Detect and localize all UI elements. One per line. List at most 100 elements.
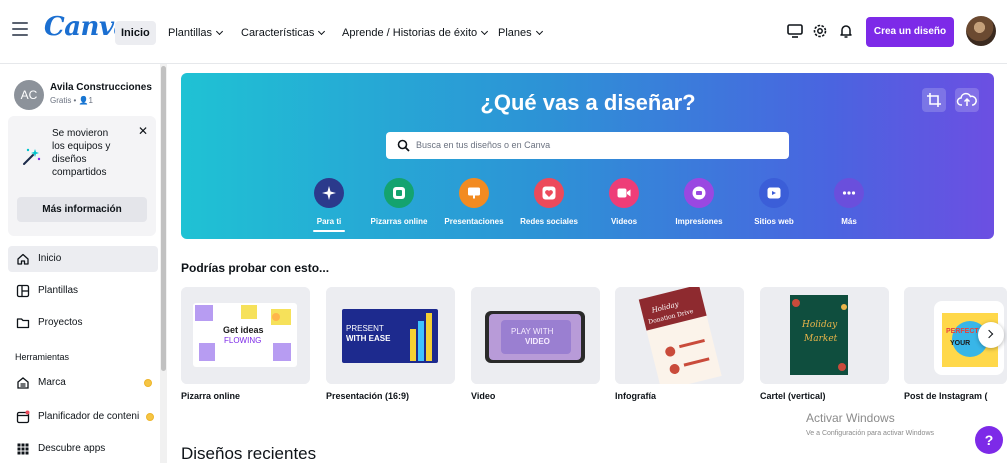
category-icon-bg [314, 178, 344, 208]
chevron-down-icon [481, 27, 489, 36]
card-thumb-text: FLOWING [224, 336, 261, 345]
category-redes-sociales[interactable]: Redes sociales [509, 178, 589, 226]
category-pizarras[interactable]: Pizarras online [359, 178, 439, 226]
sidebar-item-label: Planificador de conteni [38, 411, 140, 422]
sidebar-item-marca[interactable]: Marca [8, 370, 158, 396]
nav-caracteristicas[interactable]: Características [241, 21, 326, 45]
windows-activation-subtitle: Ve a Configuración para activar Windows [806, 430, 935, 437]
heart-icon [542, 186, 556, 200]
whiteboard-thumbnail: Get ideas FLOWING [181, 287, 310, 384]
category-presentaciones[interactable]: Presentaciones [434, 178, 514, 226]
sidebar-item-plantillas[interactable]: Plantillas [8, 278, 158, 304]
suggestions-title: Podrías probar con esto... [181, 261, 330, 275]
presentation-thumbnail: PRESENT WITH EASE [326, 287, 455, 384]
hero-title: ¿Qué vas a diseñar? [480, 90, 696, 115]
chevron-down-icon [215, 27, 224, 36]
nav-caracteristicas-label: Características [241, 27, 315, 39]
template-card-cartel[interactable]: Holiday Market [760, 287, 889, 384]
print-icon [692, 186, 706, 200]
nav-planes-label: Planes [498, 27, 532, 39]
nav-aprende-label: Aprende / Historias de éxito [342, 27, 478, 39]
card-thumb-text: Market [803, 334, 838, 344]
create-design-button[interactable]: Crea un diseño [866, 17, 954, 47]
more-icon [842, 191, 856, 195]
card-label[interactable]: Presentación (16:9) [326, 391, 409, 401]
card-label[interactable]: Video [471, 391, 495, 401]
nav-plantillas[interactable]: Plantillas [168, 21, 224, 45]
nav-planes[interactable]: Planes [498, 21, 543, 45]
card-thumb-text: PLAY WITH [511, 327, 554, 336]
apps-icon [17, 443, 29, 455]
carousel-next-button[interactable] [978, 322, 1004, 348]
home-icon [17, 253, 29, 265]
nav-aprende[interactable]: Aprende / Historias de éxito [342, 21, 489, 45]
tools-section-label: Herramientas [15, 352, 70, 362]
sidebar-item-label: Plantillas [38, 285, 79, 296]
close-icon[interactable]: ✕ [138, 124, 148, 138]
sidebar-item-label: Marca [38, 377, 66, 388]
category-videos[interactable]: Videos [584, 178, 664, 226]
sidebar-item-label: Descubre apps [38, 443, 106, 454]
category-para-ti[interactable]: Para ti [289, 178, 369, 226]
template-icon [16, 284, 30, 298]
video-thumbnail: PLAY WITH VIDEO [471, 287, 600, 384]
active-category-indicator [313, 230, 345, 232]
menu-icon[interactable] [12, 22, 28, 36]
category-icon-bg [609, 178, 639, 208]
category-mas[interactable]: Más [809, 178, 889, 226]
category-label: Pizarras online [370, 217, 428, 226]
template-card-video[interactable]: PLAY WITH VIDEO [471, 287, 600, 384]
chevron-right-icon [984, 329, 994, 339]
crop-icon[interactable] [922, 88, 946, 112]
card-label[interactable]: Post de Instagram ( [904, 391, 988, 401]
more-info-button[interactable]: Más información [17, 197, 147, 222]
sidebar-item-apps[interactable]: Descubre apps [8, 436, 158, 462]
template-card-infografia[interactable]: Holiday Donation Drive [615, 287, 744, 384]
card-label[interactable]: Cartel (vertical) [760, 391, 826, 401]
presentation-icon [468, 187, 480, 199]
card-thumb-text: Get ideas [223, 325, 264, 335]
recent-designs-title: Diseños recientes [181, 444, 317, 463]
sidebar-item-inicio[interactable]: Inicio [8, 246, 158, 272]
category-label: Redes sociales [520, 217, 578, 226]
video-icon [617, 188, 631, 198]
windows-activation-watermark: Activar Windows [806, 411, 895, 425]
magic-wand-icon [23, 148, 41, 165]
category-label: Para ti [316, 217, 342, 226]
nav-inicio[interactable]: Inicio [115, 21, 156, 45]
nav-plantillas-label: Plantillas [168, 27, 213, 39]
card-thumb-text: VIDEO [525, 337, 550, 346]
card-thumb-text: PRESENT [346, 324, 384, 333]
category-sitios-web[interactable]: Sitios web [734, 178, 814, 226]
category-label: Más [841, 217, 857, 226]
template-card-presentacion[interactable]: PRESENT WITH EASE [326, 287, 455, 384]
sidebar-item-label: Proyectos [38, 317, 83, 328]
poster-thumbnail: Holiday Market [760, 287, 889, 384]
category-icon-bg [459, 178, 489, 208]
template-card-pizarra[interactable]: Get ideas FLOWING [181, 287, 310, 384]
category-label: Presentaciones [444, 217, 504, 226]
search-icon [397, 139, 410, 152]
category-impresiones[interactable]: Impresiones [659, 178, 739, 226]
category-icon-bg [759, 178, 789, 208]
card-label[interactable]: Pizarra online [181, 391, 240, 401]
desktop-icon[interactable] [786, 22, 804, 40]
sparkle-icon [322, 186, 336, 200]
chevron-down-icon [535, 27, 543, 36]
infographic-thumbnail: Holiday Donation Drive [615, 287, 744, 384]
sidebar-item-proyectos[interactable]: Proyectos [8, 310, 158, 336]
help-button[interactable]: ? [975, 426, 1003, 454]
crown-badge-icon [144, 379, 152, 387]
bell-icon[interactable] [837, 22, 855, 40]
gear-icon[interactable] [811, 22, 829, 40]
card-label[interactable]: Infografía [615, 391, 656, 401]
category-label: Impresiones [675, 217, 723, 226]
category-label: Sitios web [754, 217, 794, 226]
sidebar-item-planificador[interactable]: Planificador de conteni [8, 404, 158, 430]
category-icon-bg [534, 178, 564, 208]
calendar-icon [16, 410, 30, 424]
folder-icon [16, 318, 30, 329]
cloud-upload-icon[interactable] [955, 88, 979, 112]
user-avatar[interactable] [966, 16, 996, 46]
category-icon-bg [684, 178, 714, 208]
